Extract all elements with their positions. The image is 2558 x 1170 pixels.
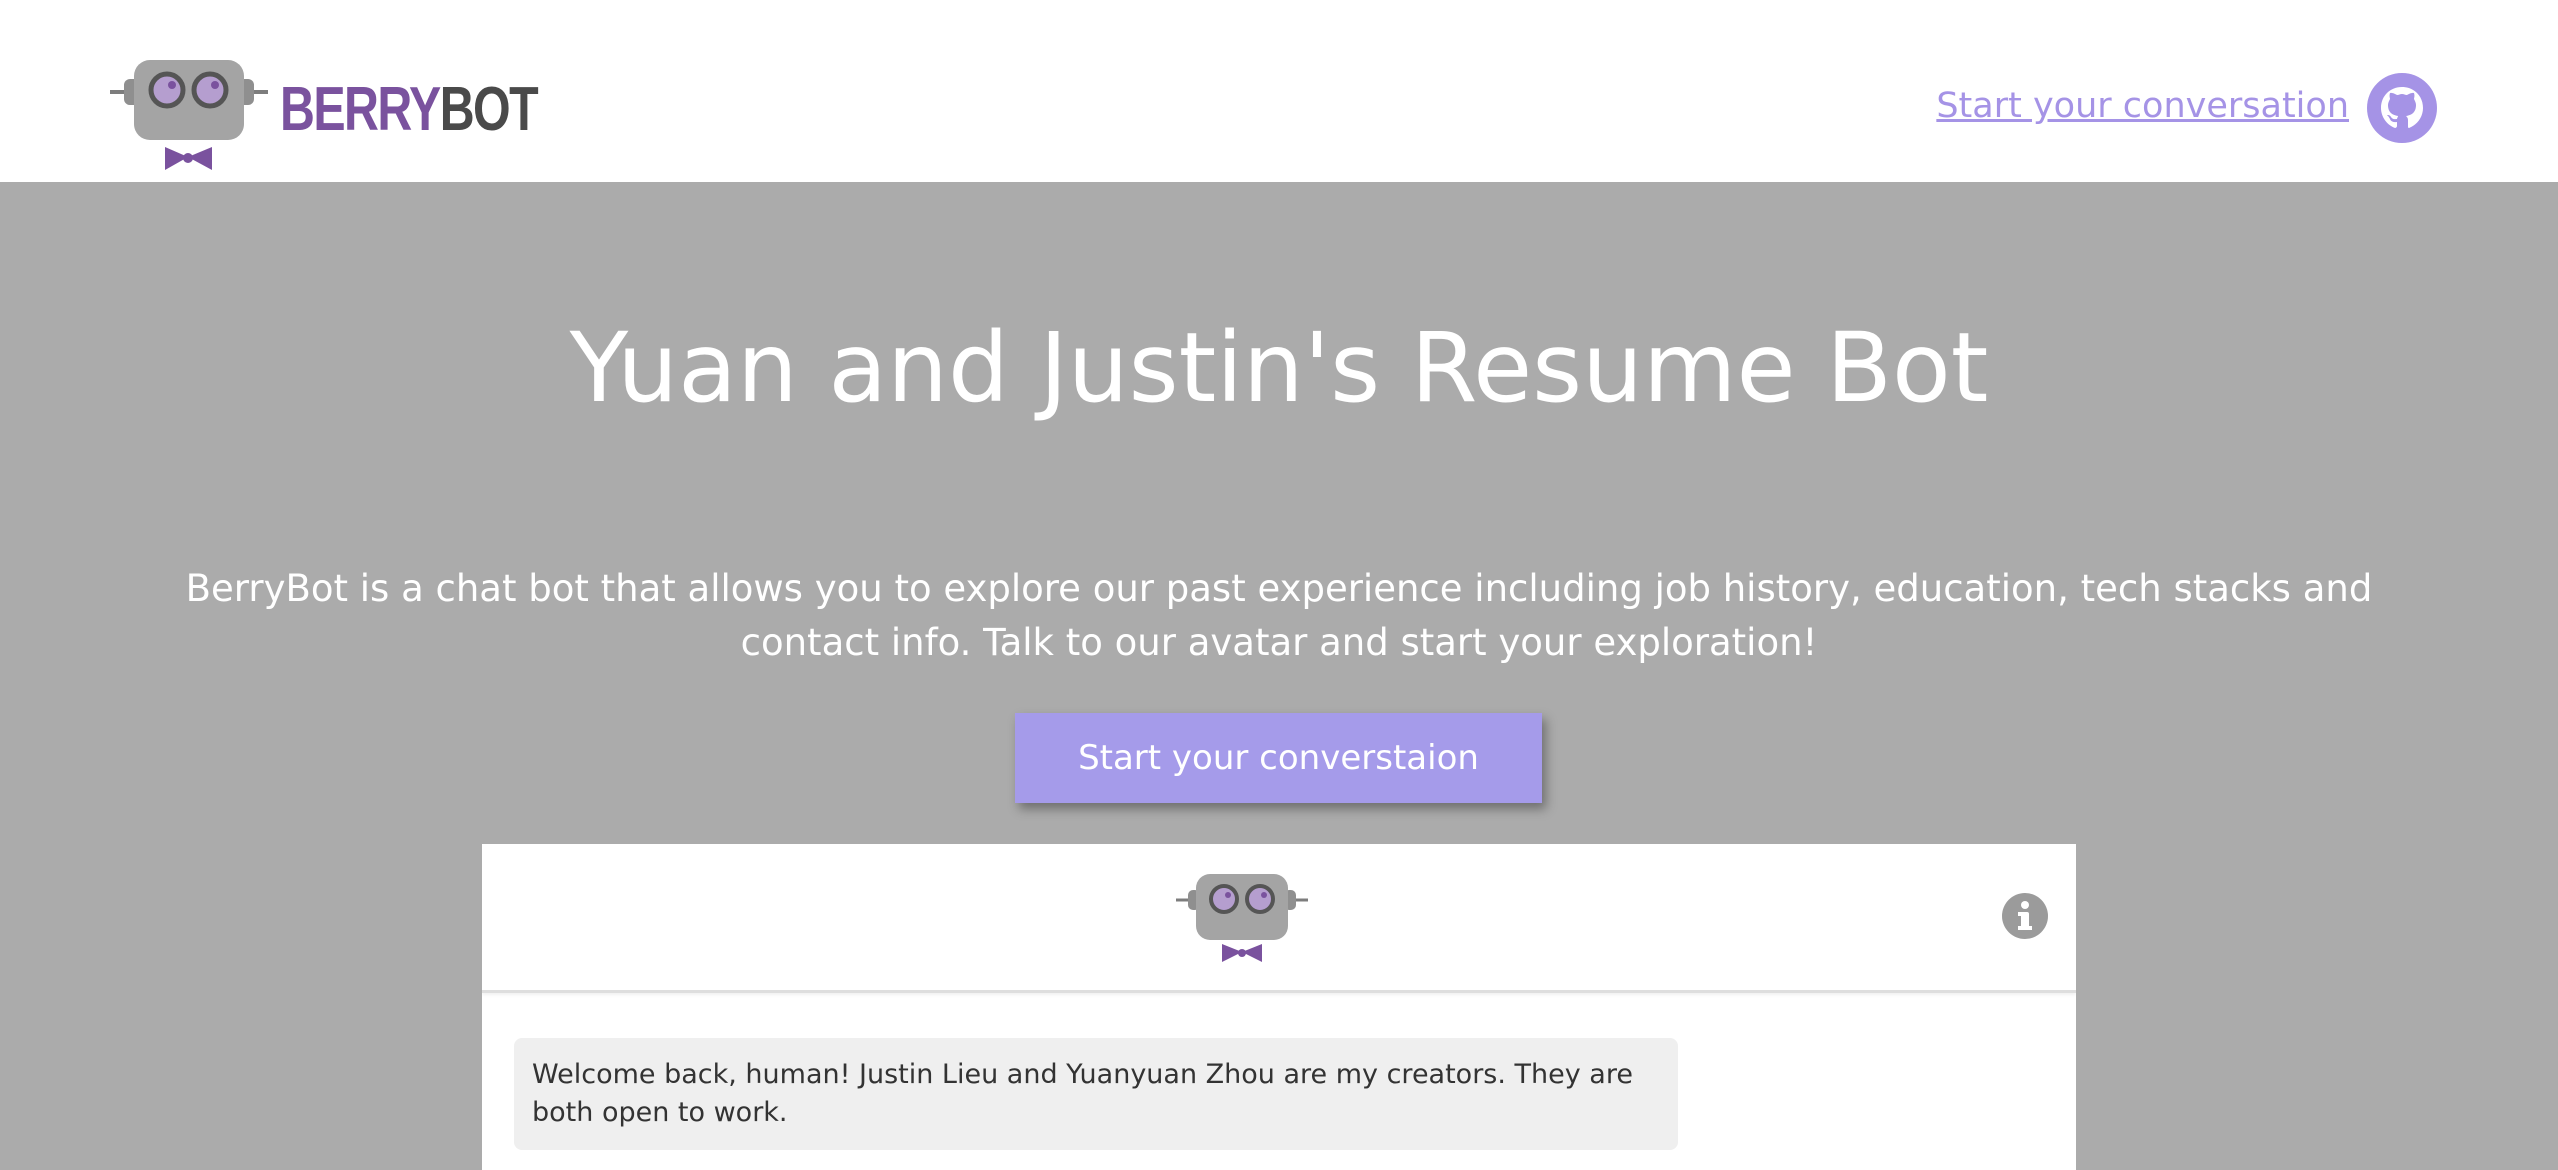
robot-logo-icon (110, 60, 268, 170)
info-icon[interactable] (2001, 892, 2049, 940)
hero-description: BerryBot is a chat bot that allows you t… (185, 567, 2373, 664)
start-conversation-button[interactable]: Start your converstaion (1015, 713, 1542, 803)
robot-icon (1176, 874, 1308, 962)
berrybot-logo[interactable]: BERRYBOT (110, 55, 539, 175)
start-conversation-link[interactable]: Start your conversation (1936, 86, 2349, 126)
chat-window: Welcome back, human! Justin Lieu and Yua… (482, 844, 2076, 1170)
page-title: Yuan and Justin's Resume Bot (569, 312, 1989, 424)
logo-wordmark: BERRYBOT (280, 79, 539, 141)
bot-message-bubble: Welcome back, human! Justin Lieu and Yua… (514, 1038, 1678, 1150)
logo-wordmark-bot: BOT (439, 75, 539, 144)
github-icon[interactable] (2367, 73, 2437, 143)
site-header: BERRYBOT Start your conversation (0, 0, 2558, 182)
logo-wordmark-berry: BERRY (280, 75, 441, 144)
chat-header (482, 844, 2076, 993)
